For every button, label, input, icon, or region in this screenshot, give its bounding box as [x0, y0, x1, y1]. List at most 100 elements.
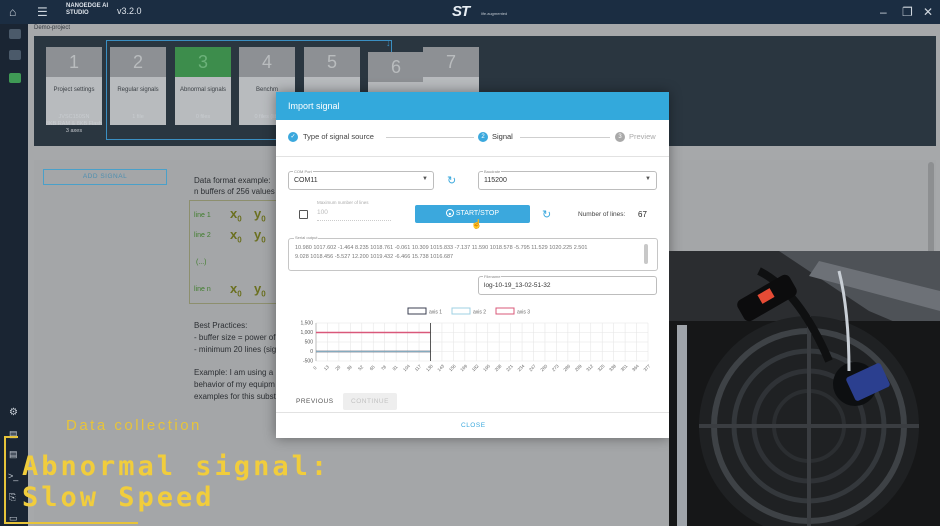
refresh-icon[interactable]: ↻: [542, 208, 551, 221]
export-icon[interactable]: ⎘: [9, 492, 16, 503]
y-tick-label: 0: [310, 349, 313, 355]
home-icon[interactable]: ⌂: [9, 0, 16, 24]
x-tick-label: 78: [380, 364, 387, 371]
y-subscript: 0: [261, 289, 266, 299]
divider: [276, 412, 669, 413]
max-lines-checkbox[interactable]: [299, 210, 308, 219]
continue-button[interactable]: CONTINUE: [343, 393, 397, 410]
y-tick-label: -500: [303, 359, 313, 365]
x-tick-label: 260: [539, 363, 548, 372]
step-card-6[interactable]: 6: [368, 52, 424, 92]
x-tick-label: 338: [608, 363, 617, 372]
check-icon: ✓: [288, 132, 298, 142]
serial-scrollbar[interactable]: [644, 244, 648, 264]
legend-label: axis 2: [473, 310, 486, 316]
step1-info: JVSC150SN 8KB RAM & 8KB Flash 3 axes: [42, 114, 106, 135]
filename-label: Filename: [483, 274, 502, 279]
x-subscript: 0: [237, 214, 242, 224]
step-card-7[interactable]: 7: [423, 47, 479, 92]
dropdown-arrow-icon: ▼: [645, 176, 651, 182]
board-name: JVSC150SN: [58, 114, 90, 120]
x-tick-label: 286: [562, 363, 571, 372]
signal-chart: axis 1 axis 2 axis 30 13 26 39 52 65 78 91 104 117 1…: [300, 307, 652, 372]
anomaly-detection-icon[interactable]: [9, 29, 21, 39]
step-label: Project settings: [53, 87, 95, 93]
settings-icon[interactable]: ⚙: [9, 407, 18, 418]
import-signal-dialog: Import signal ✓ Type of signal source 2 …: [276, 92, 669, 438]
breadcrumb[interactable]: Demo-project: [34, 25, 70, 31]
restore-icon[interactable]: ❐: [902, 0, 913, 24]
document-icon[interactable]: ▤: [9, 429, 18, 440]
add-signal-button[interactable]: ADD SIGNAL: [43, 169, 167, 185]
step-number: 1: [46, 47, 102, 77]
serial-output[interactable]: 10.980 1017.602 -1.464 8.235 1018.761 -0…: [288, 238, 658, 271]
filename-input[interactable]: Filename log-10-19_13-02-51-32: [478, 274, 657, 295]
x-tick-label: 52: [357, 364, 364, 371]
com-port-select[interactable]: COM Port COM11 ▼: [288, 169, 434, 190]
dialog-title: Import signal: [276, 92, 669, 120]
y-tick-label: 1,500: [300, 321, 313, 327]
x-tick-label: 273: [551, 363, 560, 372]
step-signal[interactable]: Signal: [492, 132, 513, 142]
cursor-icon: ☝: [471, 219, 483, 229]
number-of-lines-label: Number of lines:: [578, 211, 626, 218]
arrow-down-icon: ↓: [386, 38, 391, 48]
x-tick-label: 0: [312, 365, 318, 371]
refresh-ports-icon[interactable]: ↻: [447, 174, 456, 187]
legend-swatch: [451, 307, 471, 315]
step-number: 3: [175, 47, 231, 77]
file-icon[interactable]: ▤: [9, 449, 18, 460]
regular-signals-count: 1 file: [132, 114, 144, 120]
legend-label: axis 1: [429, 310, 442, 316]
baudrate-select[interactable]: Baudrate 115200 ▼: [478, 169, 657, 190]
x-subscript: 0: [237, 235, 242, 245]
caption-line-2: Slow Speed: [22, 482, 215, 513]
best-practices-title: Best Practices:: [194, 321, 248, 330]
caption-abnormal-signal: Abnormal signal: Slow Speed: [22, 451, 330, 513]
example-text-1: Example: I am using a: [194, 368, 274, 377]
step-preview[interactable]: Preview: [629, 132, 656, 142]
previous-button[interactable]: PREVIOUS: [296, 398, 334, 405]
y-value: y0: [254, 281, 266, 299]
hardware-photo: [669, 251, 940, 526]
classification-icon[interactable]: [9, 50, 21, 60]
terminal-icon[interactable]: >_: [8, 471, 18, 481]
step-type-of-source[interactable]: Type of signal source: [303, 132, 374, 142]
max-lines-underline: [317, 220, 391, 221]
dropdown-arrow-icon: ▼: [422, 176, 428, 182]
step-label: Abnormal signals: [179, 87, 227, 93]
step-connector: [386, 137, 474, 138]
step-number: 7: [423, 47, 479, 77]
x-tick-label: 221: [505, 363, 514, 372]
caption-bracket: [4, 436, 18, 438]
legend-swatch: [407, 307, 427, 315]
x-tick-label: 130: [425, 363, 434, 372]
max-lines-label: Maximum number of lines: [317, 200, 369, 205]
menu-icon[interactable]: ☰: [37, 0, 48, 24]
baudrate-value: 115200: [484, 177, 507, 184]
x-tick-label: 208: [494, 363, 503, 372]
step-number: 2: [110, 47, 166, 77]
x-tick-label: 39: [346, 364, 353, 371]
max-lines-input[interactable]: 100: [317, 209, 328, 216]
legend-swatch: [495, 307, 515, 315]
y-tick-label: 1,000: [300, 330, 313, 336]
y-value: y0: [254, 227, 266, 245]
x-value: x0: [230, 206, 242, 224]
y-subscript: 0: [261, 214, 266, 224]
minimize-icon[interactable]: –: [880, 0, 887, 24]
y-tick-label: 500: [305, 340, 314, 346]
active-project-icon[interactable]: [9, 73, 21, 83]
step-signal-number: 2: [478, 132, 488, 142]
line-label: line n: [194, 286, 211, 293]
close-window-icon[interactable]: ✕: [923, 0, 933, 24]
caption-bracket: [4, 522, 138, 524]
x-tick-label: 156: [448, 363, 457, 372]
serial-output-label: Serial output: [294, 235, 319, 240]
x-tick-label: 91: [392, 364, 399, 371]
x-tick-label: 299: [574, 363, 583, 372]
step-preview-number: 3: [615, 132, 625, 142]
close-button[interactable]: CLOSE: [461, 422, 486, 429]
line-label: line 2: [194, 232, 211, 239]
board-memory: 8KB RAM & 8KB Flash: [45, 121, 103, 127]
